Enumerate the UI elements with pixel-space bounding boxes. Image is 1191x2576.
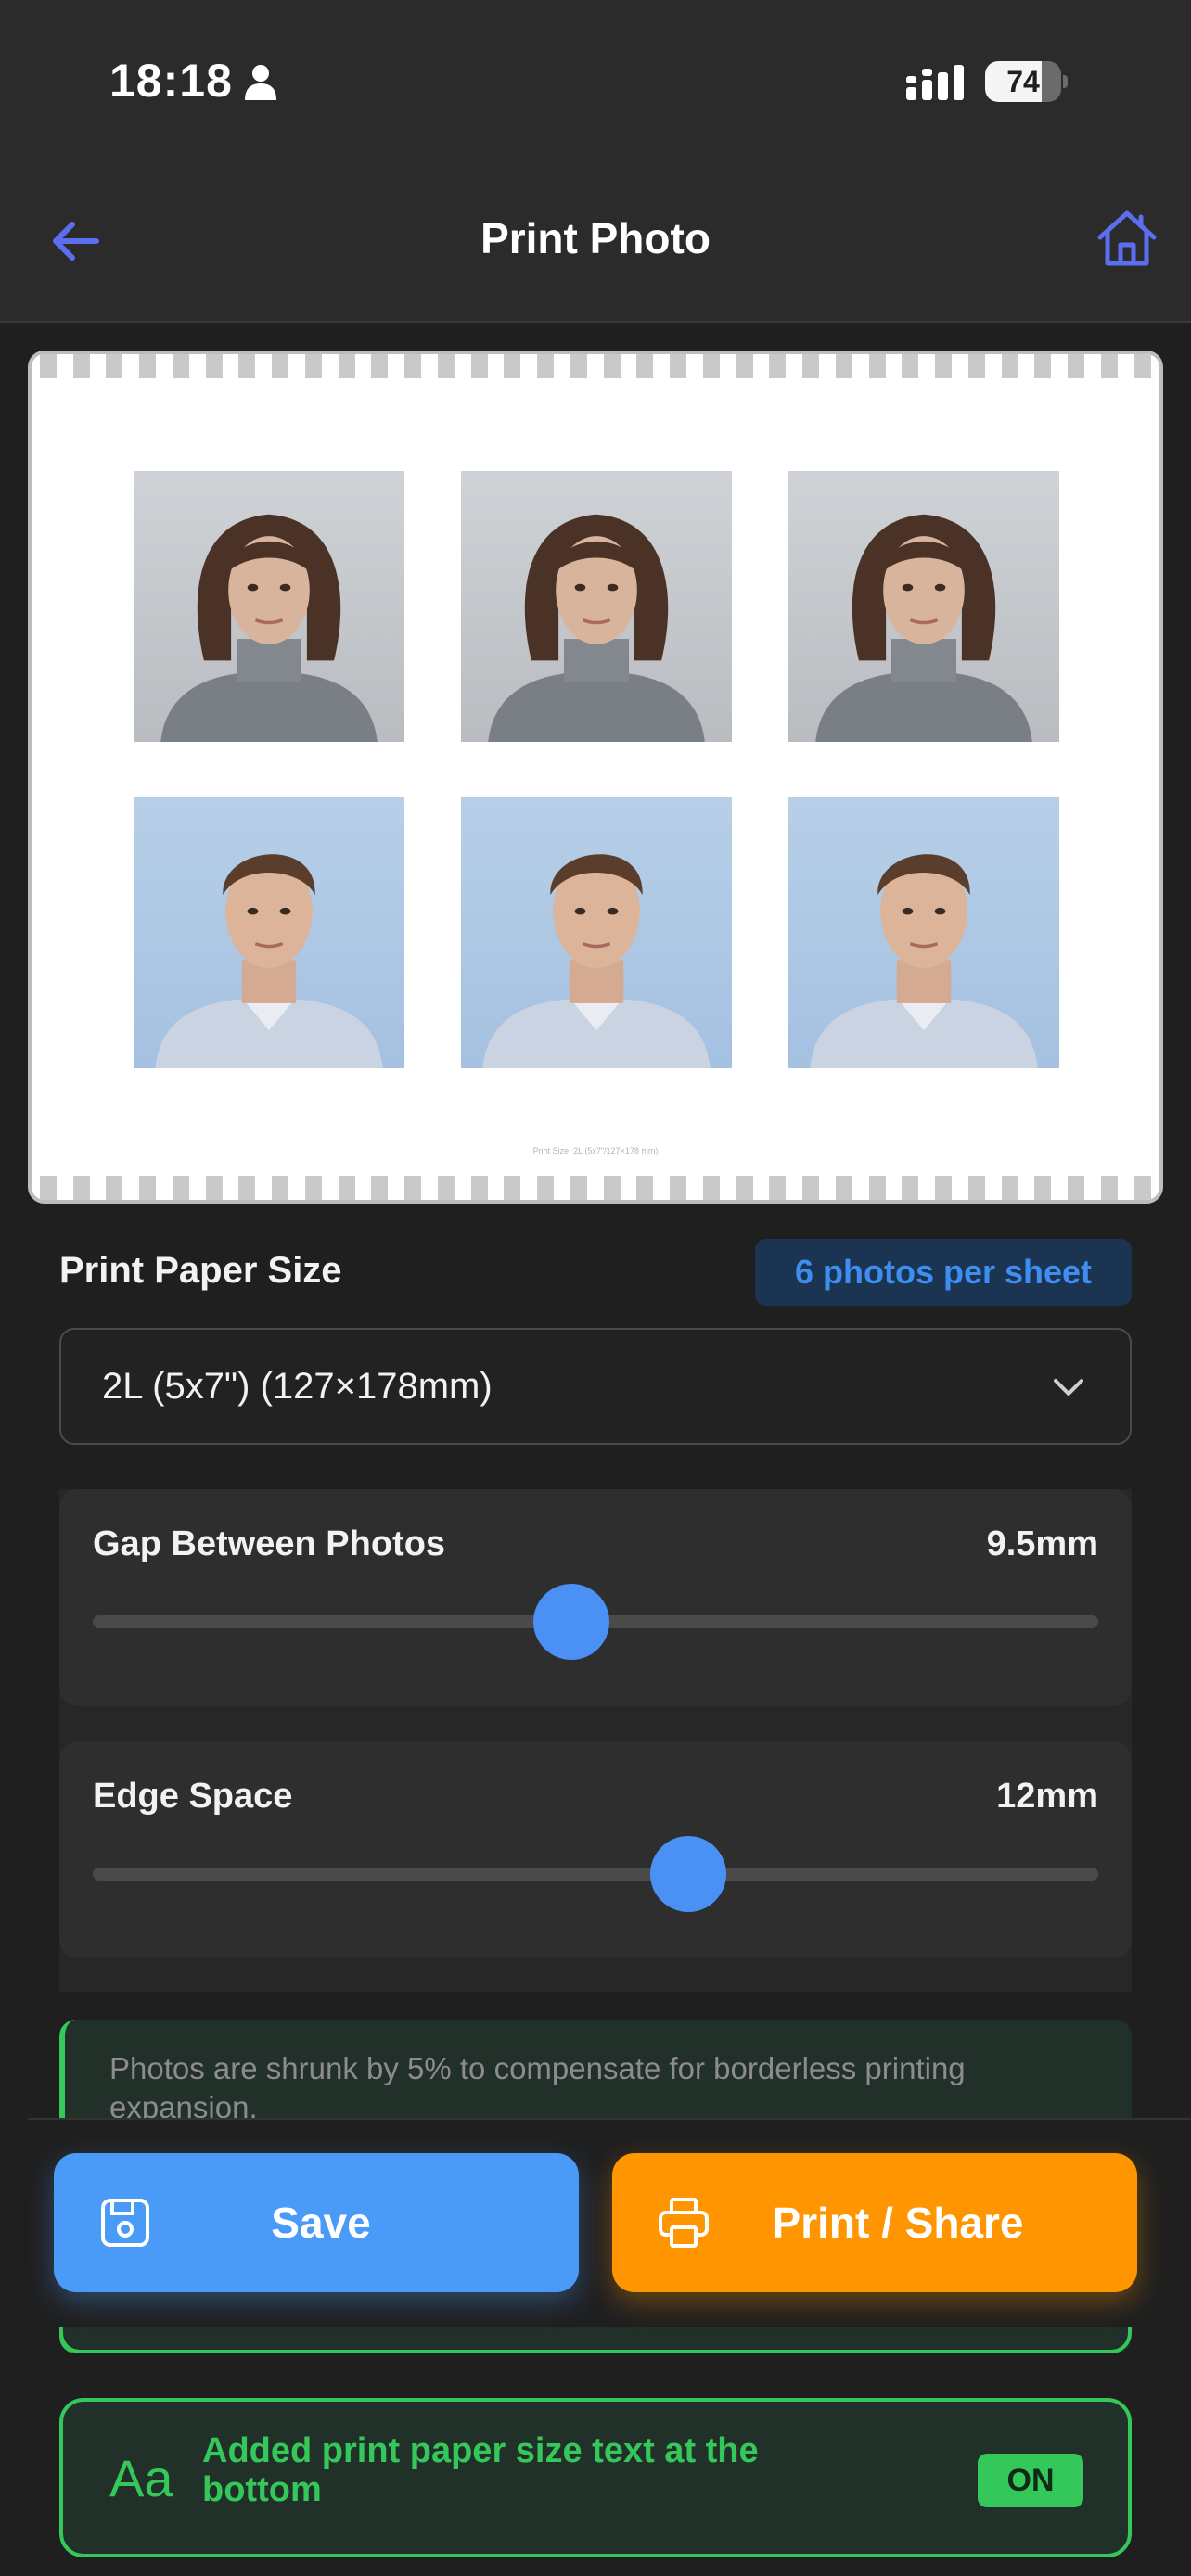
print-share-label: Print / Share	[772, 2199, 1024, 2247]
gap-slider-value: 9.5mm	[986, 1524, 1098, 1563]
top-bar: 18:18 74 Print Photo	[0, 0, 1191, 323]
status-time: 18:18	[109, 55, 233, 107]
paper-size-dropdown[interactable]: 2L (5x7") (127×178mm)	[59, 1328, 1132, 1445]
save-button-label: Save	[271, 2199, 371, 2247]
perforation-top	[32, 354, 1159, 378]
toggle-state-badge[interactable]: ON	[978, 2454, 1083, 2507]
paper-size-text-toggle[interactable]: Aa Added print paper size text at the bo…	[59, 2398, 1132, 2557]
edge-slider-value: 12mm	[996, 1777, 1098, 1816]
chevron-down-icon	[1054, 1379, 1083, 1396]
edge-slider-track[interactable]	[93, 1868, 1098, 1881]
paper-size-label: Print Paper Size	[59, 1250, 342, 1291]
save-button[interactable]: Save	[54, 2153, 579, 2292]
print-share-button[interactable]: Print / Share	[612, 2153, 1137, 2292]
gap-slider-card: Gap Between Photos 9.5mm	[59, 1489, 1132, 1706]
gap-slider-thumb[interactable]	[532, 1584, 609, 1660]
battery-percentage: 74	[1006, 65, 1040, 98]
edge-slider-thumb[interactable]	[649, 1836, 726, 1912]
paper-size-text-label: Added print paper size text at the botto…	[202, 2431, 759, 2509]
gap-slider-label: Gap Between Photos	[93, 1524, 446, 1563]
photos-per-sheet-badge: 6 photos per sheet	[755, 1239, 1132, 1306]
person-icon	[245, 65, 276, 100]
action-bar: Save Print / Share	[28, 2118, 1191, 2327]
female-passport-photo	[134, 471, 404, 742]
signal-icon	[906, 65, 964, 100]
perforation-bottom	[32, 1176, 1159, 1200]
male-passport-photo	[461, 797, 732, 1068]
home-icon[interactable]	[1095, 206, 1159, 271]
battery-icon: 74	[985, 61, 1068, 102]
male-passport-photo	[134, 797, 404, 1068]
text-size-icon: Aa	[109, 2449, 173, 2507]
female-passport-photo	[788, 471, 1059, 742]
paper-size-selected: 2L (5x7") (127×178mm)	[102, 1366, 493, 1407]
female-passport-photo	[461, 471, 732, 742]
print-preview-sheet: Print Size: 2L (5x7"/127×178 mm)	[28, 351, 1163, 1204]
edge-slider-label: Edge Space	[93, 1777, 293, 1816]
edge-slider-card: Edge Space 12mm	[59, 1741, 1132, 1958]
page-title: Print Photo	[480, 214, 711, 262]
borderless-notice-text: Photos are shrunk by 5% to compensate fo…	[109, 2051, 966, 2124]
paper-size-caption: Print Size: 2L (5x7"/127×178 mm)	[532, 1146, 659, 1155]
male-passport-photo	[788, 797, 1059, 1068]
